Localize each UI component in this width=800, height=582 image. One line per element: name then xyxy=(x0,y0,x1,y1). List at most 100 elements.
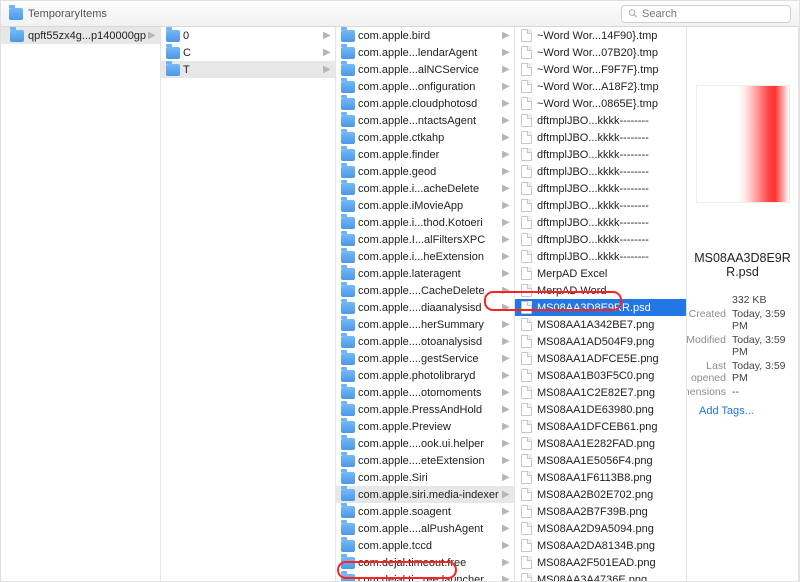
list-item[interactable]: MS08AA2B7F39B.png xyxy=(515,503,686,520)
item-label: com.apple.i...thod.Kotoeri xyxy=(355,217,502,229)
list-item[interactable]: com.apple.Siri▶ xyxy=(336,469,514,486)
list-item[interactable]: com.apple.siri.media-indexer▶ xyxy=(336,486,514,503)
list-item[interactable]: MS08AA1B03F5C0.png xyxy=(515,367,686,384)
item-label: MerpAD Excel xyxy=(534,268,674,280)
list-item[interactable]: T▶ xyxy=(161,61,335,78)
list-item[interactable]: dftmplJBO...kkkk-------- xyxy=(515,214,686,231)
item-label: com.apple.ctkahp xyxy=(355,132,502,144)
list-item[interactable]: com.apple...onfiguration▶ xyxy=(336,78,514,95)
search-input[interactable] xyxy=(642,8,784,20)
list-item[interactable]: dftmplJBO...kkkk-------- xyxy=(515,248,686,265)
list-item[interactable]: ~Word Wor...07B20}.tmp xyxy=(515,44,686,61)
list-item[interactable]: com.apple.iMovieApp▶ xyxy=(336,197,514,214)
list-item[interactable]: com.apple....CacheDelete▶ xyxy=(336,282,514,299)
item-label: dftmplJBO...kkkk-------- xyxy=(534,166,674,178)
list-item[interactable]: com.apple....gestService▶ xyxy=(336,350,514,367)
item-label: com.apple.geod xyxy=(355,166,502,178)
column-2[interactable]: 0▶C▶T▶ xyxy=(161,27,336,581)
list-item[interactable]: com.apple....diaanalysisd▶ xyxy=(336,299,514,316)
list-item[interactable]: com.dejal.timeout.free▶ xyxy=(336,554,514,571)
list-item[interactable]: MS08AA1E282FAD.png xyxy=(515,435,686,452)
list-item[interactable]: com.apple.soagent▶ xyxy=(336,503,514,520)
list-item[interactable]: dftmplJBO...kkkk-------- xyxy=(515,197,686,214)
add-tags-link[interactable]: Add Tags... xyxy=(693,405,754,417)
list-item[interactable]: com.apple....alPushAgent▶ xyxy=(336,520,514,537)
list-item[interactable]: MS08AA1DFCEB61.png xyxy=(515,418,686,435)
list-item[interactable]: com.apple.tccd▶ xyxy=(336,537,514,554)
list-item[interactable]: com.apple.Preview▶ xyxy=(336,418,514,435)
column-1[interactable]: qpft55zx4g...p140000gp▶ xyxy=(1,27,161,581)
column-4[interactable]: ~Word Wor...14F90}.tmp~Word Wor...07B20}… xyxy=(515,27,687,581)
item-label: dftmplJBO...kkkk-------- xyxy=(534,251,674,263)
column-3[interactable]: com.apple.bird▶com.apple...lendarAgent▶c… xyxy=(336,27,515,581)
item-label: com.apple...onfiguration xyxy=(355,81,502,93)
chevron-right-icon: ▶ xyxy=(502,319,510,330)
list-item[interactable]: com.apple.i...heExtension▶ xyxy=(336,248,514,265)
list-item[interactable]: com.apple....ook.ui.helper▶ xyxy=(336,435,514,452)
list-item[interactable]: com.apple.finder▶ xyxy=(336,146,514,163)
list-item[interactable]: com.apple.ctkahp▶ xyxy=(336,129,514,146)
folder-icon xyxy=(341,574,355,582)
list-item[interactable]: MS08AA1E5056F4.png xyxy=(515,452,686,469)
list-item[interactable]: MS08AA1A342BE7.png xyxy=(515,316,686,333)
item-label: com.apple.i...acheDelete xyxy=(355,183,502,195)
list-item[interactable]: com.apple....otomoments▶ xyxy=(336,384,514,401)
list-item[interactable]: MS08AA2D9A5094.png xyxy=(515,520,686,537)
list-item[interactable]: com.apple...ntactsAgent▶ xyxy=(336,112,514,129)
list-item[interactable]: com.apple...lendarAgent▶ xyxy=(336,44,514,61)
list-item[interactable]: com.apple.i...acheDelete▶ xyxy=(336,180,514,197)
list-item[interactable]: com.apple.I...alFiltersXPC▶ xyxy=(336,231,514,248)
list-item[interactable]: com.apple.PressAndHold▶ xyxy=(336,401,514,418)
list-item[interactable]: ~Word Wor...14F90}.tmp xyxy=(515,27,686,44)
list-item[interactable]: dftmplJBO...kkkk-------- xyxy=(515,129,686,146)
search-icon xyxy=(628,8,638,19)
search-field[interactable] xyxy=(621,5,791,23)
list-item[interactable]: com.apple.lateragent▶ xyxy=(336,265,514,282)
chevron-right-icon: ▶ xyxy=(502,472,510,483)
list-item[interactable]: MS08AA2B02E702.png xyxy=(515,486,686,503)
list-item[interactable]: com.dejal.ti...ree.launcher▶ xyxy=(336,571,514,581)
chevron-right-icon: ▶ xyxy=(502,455,510,466)
list-item[interactable]: dftmplJBO...kkkk-------- xyxy=(515,180,686,197)
finder-window: TemporaryItems qpft55zx4g...p140000gp▶ 0… xyxy=(0,0,800,582)
list-item[interactable]: MS08AA1ADFCE5E.png xyxy=(515,350,686,367)
folder-icon xyxy=(341,540,355,552)
list-item[interactable]: MS08AA1DE63980.png xyxy=(515,401,686,418)
item-label: MS08AA2B7F39B.png xyxy=(534,506,674,518)
list-item[interactable]: com.apple.photolibraryd▶ xyxy=(336,367,514,384)
list-item[interactable]: MS08AA2F501EAD.png xyxy=(515,554,686,571)
list-item[interactable]: ~Word Wor...F9F7F}.tmp xyxy=(515,61,686,78)
list-item[interactable]: com.apple.bird▶ xyxy=(336,27,514,44)
list-item[interactable]: dftmplJBO...kkkk-------- xyxy=(515,112,686,129)
list-item[interactable]: MS08AA3A4736E.png xyxy=(515,571,686,581)
file-icon xyxy=(521,539,532,552)
list-item[interactable]: C▶ xyxy=(161,44,335,61)
list-item[interactable]: com.apple.cloudphotosd▶ xyxy=(336,95,514,112)
list-item[interactable]: MS08AA1F6113B8.png xyxy=(515,469,686,486)
list-item[interactable]: MerpAD Word xyxy=(515,282,686,299)
list-item[interactable]: MS08AA3D8E9RR.psd xyxy=(515,299,686,316)
folder-icon xyxy=(166,30,180,42)
list-item[interactable]: ~Word Wor...A18F2}.tmp xyxy=(515,78,686,95)
list-item[interactable]: ~Word Wor...0865E}.tmp xyxy=(515,95,686,112)
list-item[interactable]: dftmplJBO...kkkk-------- xyxy=(515,231,686,248)
list-item[interactable]: com.apple.geod▶ xyxy=(336,163,514,180)
list-item[interactable]: dftmplJBO...kkkk-------- xyxy=(515,163,686,180)
list-item[interactable]: com.apple....eteExtension▶ xyxy=(336,452,514,469)
list-item[interactable]: MerpAD Excel xyxy=(515,265,686,282)
folder-icon xyxy=(341,268,355,280)
item-label: com.apple.i...heExtension xyxy=(355,251,502,263)
list-item[interactable]: com.apple....otoanalysisd▶ xyxy=(336,333,514,350)
list-item[interactable]: MS08AA2DA8134B.png xyxy=(515,537,686,554)
list-item[interactable]: com.apple....herSummary▶ xyxy=(336,316,514,333)
list-item[interactable]: qpft55zx4g...p140000gp▶ xyxy=(1,27,160,44)
list-item[interactable]: MS08AA1C2E82E7.png xyxy=(515,384,686,401)
list-item[interactable]: com.apple...alNCService▶ xyxy=(336,61,514,78)
list-item[interactable]: com.apple.i...thod.Kotoeri▶ xyxy=(336,214,514,231)
chevron-right-icon: ▶ xyxy=(323,64,331,75)
list-item[interactable]: dftmplJBO...kkkk-------- xyxy=(515,146,686,163)
item-label: com.dejal.timeout.free xyxy=(355,557,502,569)
item-label: com.apple....herSummary xyxy=(355,319,502,331)
list-item[interactable]: 0▶ xyxy=(161,27,335,44)
list-item[interactable]: MS08AA1AD504F9.png xyxy=(515,333,686,350)
